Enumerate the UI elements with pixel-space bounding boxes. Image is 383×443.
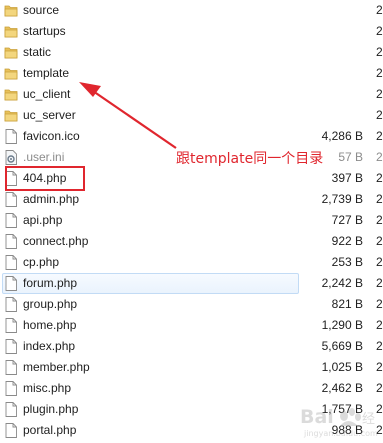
baidu-watermark-logo: Bai 经 jingyan.baidu.com	[300, 406, 378, 438]
annotation-text: 跟template同一个目录	[176, 151, 324, 167]
svg-text:Bai: Bai	[300, 406, 334, 428]
svg-text:经: 经	[362, 412, 375, 427]
svg-text:jingyan.baidu.com: jingyan.baidu.com	[303, 429, 378, 438]
annotation-arrow	[79, 82, 177, 149]
